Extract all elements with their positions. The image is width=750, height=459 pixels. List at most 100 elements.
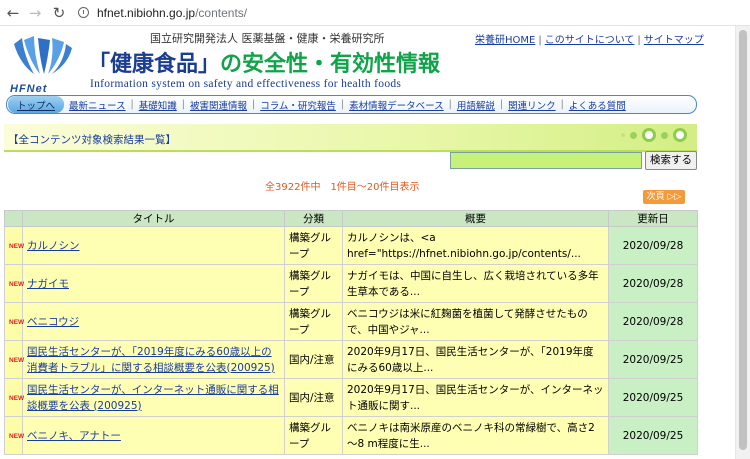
result-title-link[interactable]: 国民生活センターが、「2019年度にみる60歳以上の消費者トラブル」に関する相談… bbox=[27, 346, 275, 374]
search-input[interactable] bbox=[450, 152, 642, 169]
url-host: hfnet.nibiohn.go.jp bbox=[97, 5, 196, 20]
table-row: NEW ベニノキ、アナトー 構築グループ ベニノキは南米原産のベニノキ科の常緑樹… bbox=[4, 416, 698, 455]
top-link-about[interactable]: このサイトについて bbox=[545, 35, 635, 46]
site-title-part1: 「健康食品」 bbox=[88, 52, 221, 77]
new-cell: NEW bbox=[4, 378, 25, 417]
summary-cell: ベニノキは南米原産のベニノキ科の常緑樹で、高さ2～8 m程度に生... bbox=[342, 416, 609, 455]
address-bar[interactable]: hfnet.nibiohn.go.jp/contents/ bbox=[97, 6, 247, 20]
top-link-separator: | bbox=[538, 35, 542, 46]
title-cell: 国民生活センターが、インターネット通販に関する相談概要を公表 (200925) bbox=[22, 378, 285, 417]
nav-item-column[interactable]: コラム・研究報告 bbox=[260, 98, 336, 112]
new-badge-icon: NEW bbox=[9, 318, 25, 326]
nav-item-links[interactable]: 関連リンク bbox=[508, 98, 556, 112]
table-row: NEW ベニコウジ 構築グループ ベニコウジは米に紅麹菌を植菌して発酵させたもの… bbox=[4, 302, 698, 341]
table-row: NEW ナガイモ 構築グループ ナガイモは、中国に自生し、広く栽培されている多年… bbox=[4, 264, 698, 303]
title-cell: 国民生活センターが、「2019年度にみる60歳以上の消費者トラブル」に関する相談… bbox=[22, 340, 285, 379]
decorative-dots-icon bbox=[621, 128, 687, 142]
site-title-part2: の安全性・有効性情報 bbox=[220, 52, 441, 77]
summary-cell: 2020年9月17日、国民生活センターが、インターネット通販に関す... bbox=[342, 378, 609, 417]
summary-cell: ナガイモは、中国に自生し、広く栽培されている多年生草本である... bbox=[342, 264, 609, 303]
new-cell: NEW bbox=[4, 264, 25, 303]
new-cell: NEW bbox=[4, 416, 25, 455]
date-cell: 2020/09/25 bbox=[608, 378, 698, 417]
top-link-sitemap[interactable]: サイトマップ bbox=[644, 35, 704, 46]
nav-separator: | bbox=[130, 99, 134, 110]
site-subtitle: Information system on safety and effecti… bbox=[90, 78, 402, 90]
summary-cell: カルノシンは、<a href="https://hfnet.nibiohn.go… bbox=[342, 226, 609, 265]
page-content: HFNet 国立研究開発法人 医薬基盤・健康・栄養研究所 「健康食品」の安全性・… bbox=[0, 26, 735, 459]
summary-cell: ベニコウジは米に紅麹菌を植菌して発酵させたもので、中国やジャ... bbox=[342, 302, 609, 341]
next-page-button[interactable]: 次頁 ▷▷ bbox=[643, 190, 685, 204]
nav-separator: | bbox=[181, 99, 185, 110]
nav-item-glossary[interactable]: 用語解説 bbox=[457, 98, 495, 112]
category-cell: 構築グループ bbox=[284, 264, 343, 303]
table-header-row: タイトル 分類 概要 更新日 bbox=[4, 210, 698, 227]
result-count: 全3922件中 1件目～20件目表示 bbox=[265, 182, 420, 193]
nav-separator: | bbox=[340, 99, 345, 110]
result-title-link[interactable]: ベニノキ、アナトー bbox=[27, 430, 121, 442]
date-cell: 2020/09/28 bbox=[608, 302, 698, 341]
dot-icon bbox=[642, 128, 656, 142]
search-button[interactable]: 検索する bbox=[645, 151, 697, 170]
category-cell: 構築グループ bbox=[284, 416, 343, 455]
nav-home-link[interactable]: トップへ bbox=[8, 96, 65, 113]
new-badge-icon: NEW bbox=[9, 432, 25, 440]
dot-icon bbox=[621, 133, 625, 137]
nav-item-news[interactable]: 最新ニュース bbox=[69, 98, 126, 112]
result-title-link[interactable]: 国民生活センターが、インターネット通販に関する相談概要を公表 (200925) bbox=[27, 384, 279, 412]
header-new bbox=[4, 210, 23, 227]
scrollbar-thumb[interactable] bbox=[739, 30, 747, 450]
header-title[interactable]: タイトル bbox=[22, 210, 285, 227]
top-links: 栄養研HOME | このサイトについて | サイトマップ bbox=[475, 31, 704, 46]
header-category[interactable]: 分類 bbox=[284, 210, 343, 227]
nav-separator: | bbox=[499, 99, 504, 110]
category-cell: 国内/注意 bbox=[284, 378, 343, 417]
new-cell: NEW bbox=[4, 226, 24, 265]
new-badge-icon: NEW bbox=[9, 394, 25, 402]
back-arrow-icon[interactable]: ← bbox=[4, 4, 22, 22]
date-cell: 2020/09/28 bbox=[608, 226, 698, 265]
title-cell: カルノシン bbox=[22, 226, 285, 265]
category-cell: 国内/注意 bbox=[284, 340, 343, 379]
dot-icon bbox=[630, 131, 637, 139]
section-header: 【全コンテンツ対象検索結果一覧】 bbox=[4, 124, 697, 152]
nav-item-faq[interactable]: よくある質問 bbox=[569, 98, 626, 112]
new-badge-icon: NEW bbox=[9, 280, 25, 288]
result-title-link[interactable]: ベニコウジ bbox=[27, 316, 79, 328]
category-cell: 構築グループ bbox=[284, 302, 343, 341]
header-date[interactable]: 更新日 bbox=[608, 210, 698, 227]
results-table: タイトル 分類 概要 更新日 NEW カルノシン 構築グループ カルノシンは、<… bbox=[4, 210, 698, 455]
date-cell: 2020/09/25 bbox=[608, 340, 698, 379]
new-badge-icon: NEW bbox=[9, 356, 25, 364]
result-title-link[interactable]: カルノシン bbox=[27, 240, 80, 252]
nav-item-basics[interactable]: 基礎知識 bbox=[139, 98, 177, 112]
category-cell: 構築グループ bbox=[284, 226, 343, 265]
lock-icon[interactable] bbox=[78, 7, 89, 18]
site-title: 「健康食品」の安全性・有効性情報 bbox=[88, 46, 440, 78]
result-title-link[interactable]: ナガイモ bbox=[27, 278, 69, 290]
date-cell: 2020/09/28 bbox=[608, 264, 698, 303]
table-row: NEW 国民生活センターが、インターネット通販に関する相談概要を公表 (2009… bbox=[4, 378, 698, 417]
date-cell: 2020/09/25 bbox=[608, 416, 698, 455]
main-nav: トップへ 最新ニュース | 基礎知識 | 被害関連情報 | コラム・研究報告 | 素材情… bbox=[6, 95, 697, 114]
new-cell: NEW bbox=[4, 302, 25, 341]
nav-item-damage[interactable]: 被害関連情報 bbox=[190, 98, 247, 112]
top-link-home[interactable]: 栄養研HOME bbox=[475, 35, 535, 46]
nav-separator: | bbox=[251, 99, 256, 110]
browser-toolbar: ← → ↻ hfnet.nibiohn.go.jp/contents/ bbox=[0, 0, 750, 26]
reload-icon[interactable]: ↻ bbox=[50, 4, 68, 22]
top-link-separator: | bbox=[637, 35, 641, 46]
nav-item-database[interactable]: 素材情報データベース bbox=[349, 98, 444, 112]
header-summary[interactable]: 概要 bbox=[342, 210, 609, 227]
dot-icon bbox=[661, 131, 668, 139]
forward-arrow-icon[interactable]: → bbox=[26, 4, 44, 22]
table-row: NEW 国民生活センターが、「2019年度にみる60歳以上の消費者トラブル」に関… bbox=[4, 340, 698, 379]
title-cell: ベニノキ、アナトー bbox=[22, 416, 285, 455]
url-path: /contents/ bbox=[195, 5, 248, 20]
title-cell: ナガイモ bbox=[22, 264, 285, 303]
section-title: 【全コンテンツ対象検索結果一覧】 bbox=[8, 134, 176, 146]
vertical-scrollbar[interactable] bbox=[735, 26, 750, 459]
table-row: NEW カルノシン 構築グループ カルノシンは、<a href="https:/… bbox=[4, 226, 698, 265]
nav-separator: | bbox=[448, 99, 452, 110]
summary-cell: 2020年9月17日、国民生活センターが、「2019年度にみる60歳以上... bbox=[342, 340, 609, 379]
